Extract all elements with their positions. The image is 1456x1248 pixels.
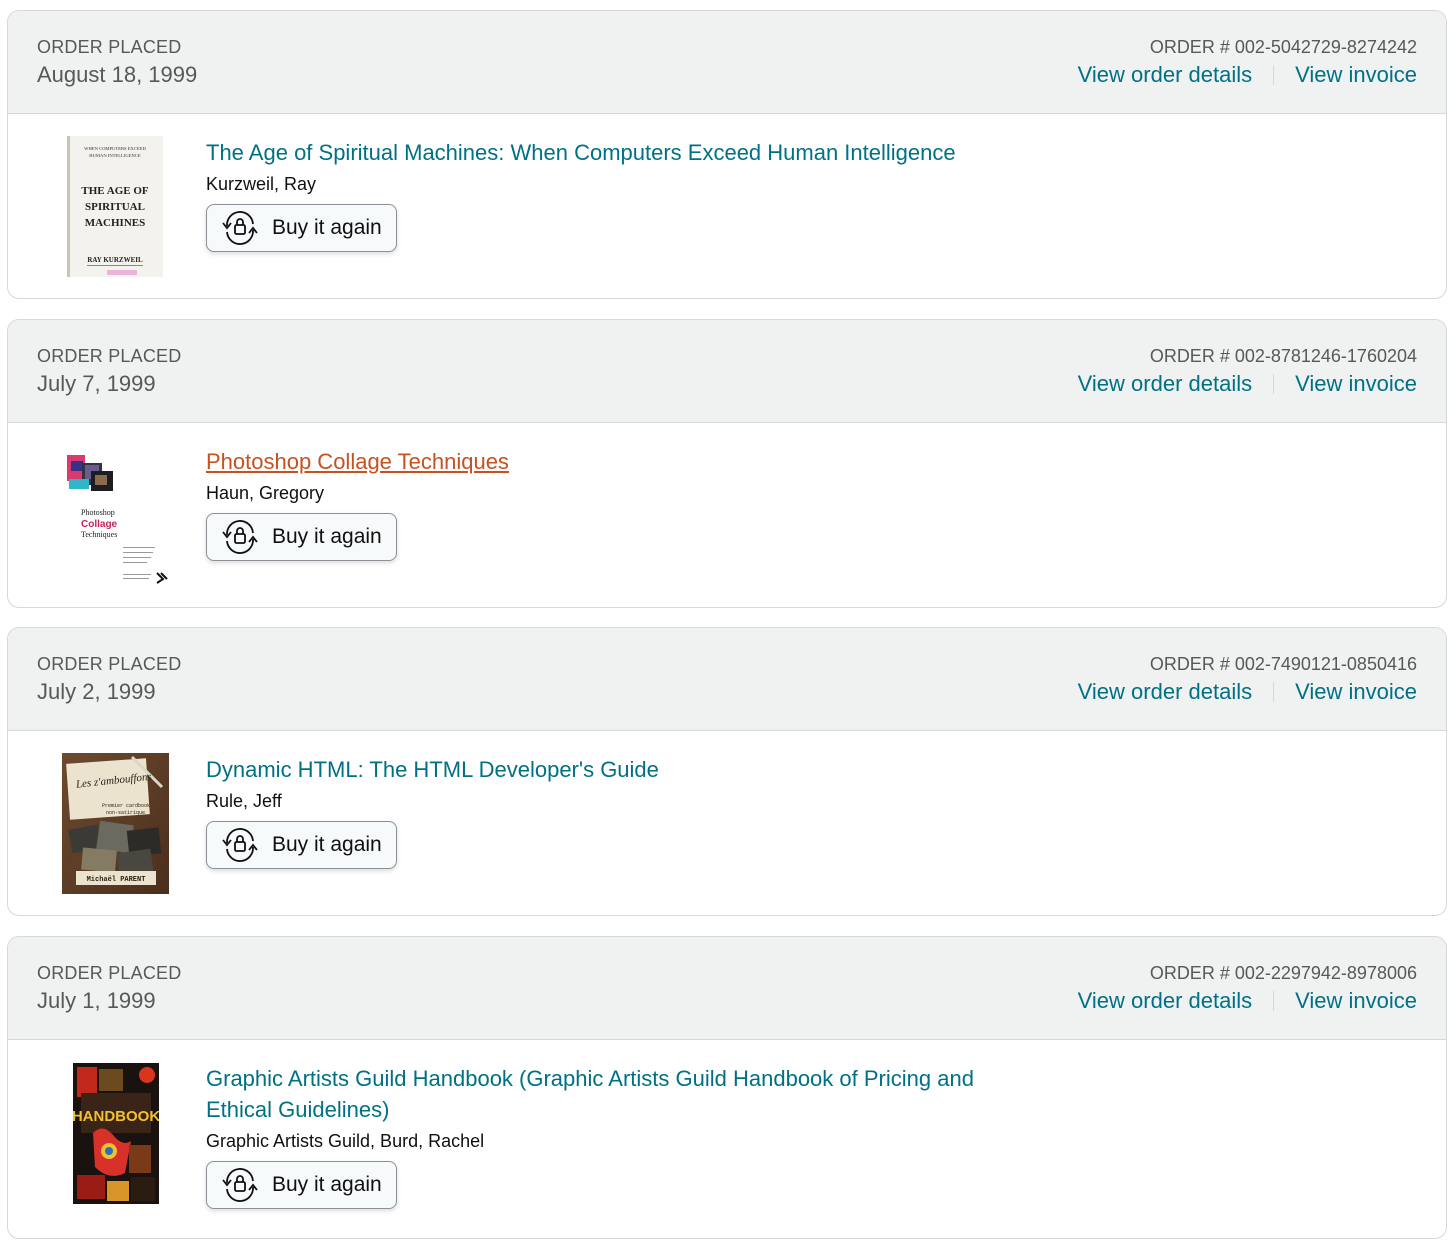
order-placed-label: ORDER PLACED	[37, 654, 182, 674]
buy-again-cycle-icon	[222, 211, 258, 245]
order-placed-label: ORDER PLACED	[37, 346, 182, 366]
buy-again-cycle-icon	[222, 520, 258, 554]
buy-again-cycle-icon	[222, 828, 258, 862]
cover-title-line-3: MACHINES	[85, 217, 146, 229]
product-info: Dynamic HTML: The HTML Developer's Guide…	[206, 754, 659, 869]
order-card: ORDER PLACED July 2, 1999 ORDER # 002-74…	[7, 627, 1447, 916]
cover-title-line-1: Photoshop	[81, 508, 115, 517]
order-number: ORDER # 002-2297942-8978006	[1149, 963, 1417, 983]
product-info: The Age of Spiritual Machines: When Comp…	[206, 137, 956, 252]
view-invoice-link[interactable]: View invoice	[1295, 988, 1417, 1014]
cover-age-of-spiritual-machines: WHEN COMPUTERS EXCEED HUMAN INTELLIGENCE…	[67, 136, 163, 277]
product-author: Haun, Gregory	[206, 483, 325, 503]
buy-it-again-button[interactable]: Buy it again	[206, 513, 397, 561]
order-date: July 7, 1999	[37, 371, 156, 396]
product-title-link[interactable]: Photoshop Collage Techniques	[206, 446, 509, 477]
product-author: Kurzweil, Ray	[206, 174, 317, 194]
link-divider	[1273, 65, 1275, 85]
cover-small-line-2: HUMAN INTELLIGENCE	[89, 153, 141, 158]
buy-it-again-button[interactable]: Buy it again	[206, 821, 397, 869]
product-cover-image[interactable]: HANDBOOK	[73, 1063, 159, 1204]
order-header: ORDER PLACED August 18, 1999 ORDER # 002…	[8, 11, 1446, 114]
cover-title-line-2: Collage	[81, 519, 118, 530]
view-order-details-link[interactable]: View order details	[1078, 679, 1252, 705]
cover-title-line-2: SPIRITUAL	[85, 201, 145, 213]
buy-again-cycle-icon	[222, 1168, 258, 1202]
product-author: Rule, Jeff	[206, 791, 282, 811]
product-cover-image[interactable]: Photoshop Collage Techniques	[57, 445, 173, 586]
order-card: ORDER PLACED August 18, 1999 ORDER # 002…	[7, 10, 1447, 299]
order-card: ORDER PLACED July 7, 1999 ORDER # 002-87…	[7, 319, 1447, 608]
buy-it-again-label: Buy it again	[272, 1173, 382, 1196]
link-divider	[1273, 374, 1275, 394]
order-number: ORDER # 002-8781246-1760204	[1149, 346, 1417, 366]
view-order-details-link[interactable]: View order details	[1078, 371, 1252, 397]
product-author: Graphic Artists Guild, Burd, Rachel	[206, 1131, 485, 1151]
cover-title-line-3: Techniques	[81, 530, 117, 539]
order-header: ORDER PLACED July 2, 1999 ORDER # 002-74…	[8, 628, 1446, 731]
product-info: Photoshop Collage Techniques Haun, Grego…	[206, 446, 509, 561]
order-number: ORDER # 002-5042729-8274242	[1149, 37, 1417, 57]
cover-photoshop-collage: Photoshop Collage Techniques	[57, 445, 173, 586]
buy-it-again-label: Buy it again	[272, 525, 382, 548]
link-divider	[1273, 682, 1275, 702]
buy-it-again-label: Buy it again	[272, 216, 382, 239]
product-info: Graphic Artists Guild Handbook (Graphic …	[206, 1063, 1006, 1209]
cover-title-line-1: THE AGE OF	[81, 185, 149, 197]
product-cover-image[interactable]: WHEN COMPUTERS EXCEED HUMAN INTELLIGENCE…	[67, 136, 163, 277]
cover-dynamic-html: Les z'ambouffons Premier cardbook non-sa…	[62, 753, 169, 894]
order-date: July 2, 1999	[37, 679, 156, 704]
product-cover-image[interactable]: Les z'ambouffons Premier cardbook non-sa…	[62, 753, 169, 894]
view-invoice-link[interactable]: View invoice	[1295, 679, 1417, 705]
view-order-details-link[interactable]: View order details	[1078, 62, 1252, 88]
buy-it-again-button[interactable]: Buy it again	[206, 1161, 397, 1209]
cover-small-line-1: WHEN COMPUTERS EXCEED	[84, 146, 146, 151]
cover-subtitle-2: non-satirique	[106, 810, 145, 816]
product-title-link[interactable]: The Age of Spiritual Machines: When Comp…	[206, 137, 956, 168]
cover-graphic-artists-guild-handbook: HANDBOOK	[73, 1063, 159, 1204]
view-order-details-link[interactable]: View order details	[1078, 988, 1252, 1014]
order-header: ORDER PLACED July 1, 1999 ORDER # 002-22…	[8, 937, 1446, 1040]
order-date: July 1, 1999	[37, 988, 156, 1013]
buy-it-again-label: Buy it again	[272, 833, 382, 856]
buy-it-again-button[interactable]: Buy it again	[206, 204, 397, 252]
view-invoice-link[interactable]: View invoice	[1295, 62, 1417, 88]
order-placed-label: ORDER PLACED	[37, 37, 182, 57]
order-links: View order details View invoice	[1078, 988, 1417, 1014]
order-links: View order details View invoice	[1078, 679, 1417, 705]
order-header: ORDER PLACED July 7, 1999 ORDER # 002-87…	[8, 320, 1446, 423]
order-links: View order details View invoice	[1078, 371, 1417, 397]
order-date: August 18, 1999	[37, 62, 198, 87]
link-divider	[1273, 991, 1275, 1011]
cover-subtitle-1: Premier cardbook	[102, 803, 150, 809]
cover-author: RAY KURZWEIL	[87, 256, 143, 264]
view-invoice-link[interactable]: View invoice	[1295, 371, 1417, 397]
product-title-link[interactable]: Dynamic HTML: The HTML Developer's Guide	[206, 754, 659, 785]
cover-author: Michaël PARENT	[87, 876, 146, 884]
order-placed-label: ORDER PLACED	[37, 963, 182, 983]
order-number: ORDER # 002-7490121-0850416	[1149, 654, 1417, 674]
order-card: ORDER PLACED July 1, 1999 ORDER # 002-22…	[7, 936, 1447, 1239]
order-links: View order details View invoice	[1078, 62, 1417, 88]
cover-title: HANDBOOK	[73, 1108, 159, 1125]
product-title-link[interactable]: Graphic Artists Guild Handbook (Graphic …	[206, 1063, 1006, 1125]
